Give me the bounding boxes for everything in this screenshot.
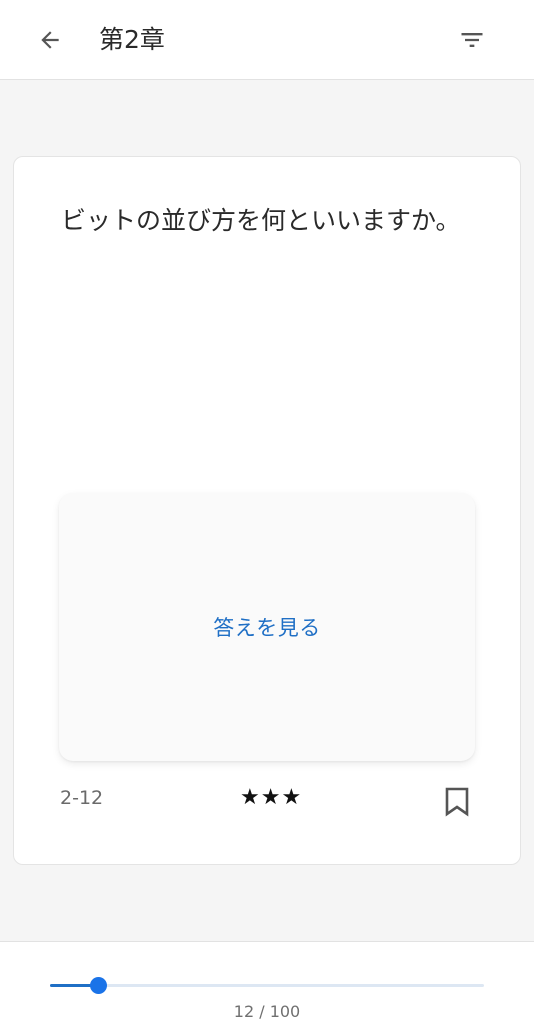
app-bar: 第2章 [0, 0, 534, 80]
page-title: 第2章 [99, 25, 165, 54]
question-number: 2-12 [60, 787, 104, 809]
arrow-back-icon [41, 31, 59, 49]
question-text: ビットの並び方を何といいますか。 [61, 206, 461, 235]
page-counter: 12 / 100 [233, 1002, 301, 1021]
bookmark-outline-icon [445, 787, 469, 817]
bottom-bar: 12 / 100 [0, 941, 534, 1035]
slider-thumb[interactable] [90, 977, 107, 994]
difficulty-stars: ★★★ [240, 785, 303, 810]
back-button[interactable] [26, 16, 74, 64]
filter-button[interactable] [448, 16, 496, 64]
question-card: ビットの並び方を何といいますか。 答えを見る 2-12 ★★★ [13, 156, 521, 865]
bookmark-button[interactable] [442, 785, 472, 819]
show-answer-label: 答えを見る [213, 616, 321, 640]
slider-track [50, 984, 484, 987]
progress-slider[interactable] [50, 974, 484, 998]
filter-list-icon [461, 33, 483, 47]
show-answer-button[interactable]: 答えを見る [59, 493, 475, 761]
